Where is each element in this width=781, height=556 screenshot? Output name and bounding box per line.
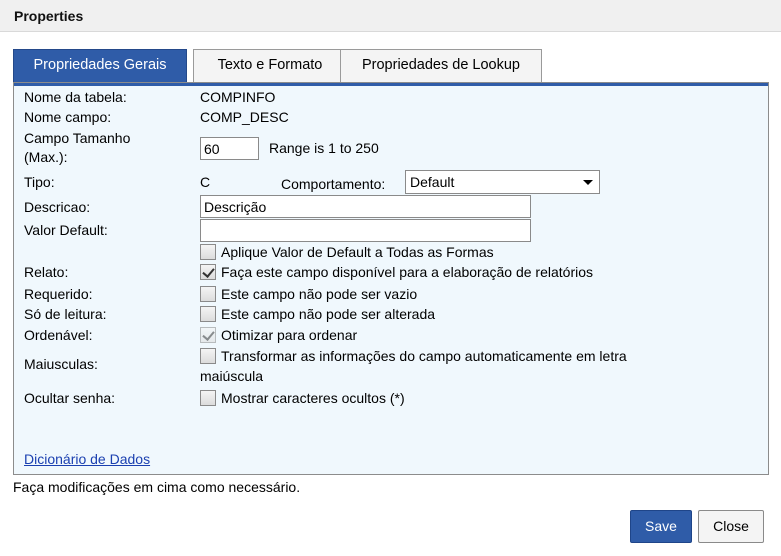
description-label: Descricao: xyxy=(24,199,91,215)
dialog-title: Properties xyxy=(14,8,84,24)
save-button[interactable]: Save xyxy=(630,510,692,543)
description-input[interactable] xyxy=(200,195,531,218)
footer-hint: Faça modificações em cima como necessári… xyxy=(13,479,301,495)
behavior-selected-value: Default xyxy=(410,174,455,190)
hide-password-checkbox[interactable] xyxy=(200,390,216,406)
behavior-select[interactable]: Default xyxy=(405,170,600,194)
sortable-checkbox[interactable] xyxy=(200,327,216,343)
size-input[interactable] xyxy=(200,137,259,160)
apply-default-checkbox[interactable] xyxy=(200,244,216,260)
sortable-text: Otimizar para ordenar xyxy=(221,327,358,343)
table-name-label: Nome da tabela: xyxy=(24,89,127,105)
tab-lookup-properties[interactable]: Propriedades de Lookup xyxy=(340,49,542,82)
required-text: Este campo não pode ser vazio xyxy=(221,286,418,302)
hide-password-label: Ocultar senha: xyxy=(24,390,116,406)
close-button[interactable]: Close xyxy=(698,510,764,543)
behavior-label: Comportamento: xyxy=(281,176,386,192)
default-value-input[interactable] xyxy=(200,219,531,242)
readonly-checkbox[interactable] xyxy=(200,306,216,322)
field-name-label: Nome campo: xyxy=(24,109,112,125)
panel-accent-line xyxy=(14,83,768,86)
report-checkbox[interactable] xyxy=(200,264,216,280)
hide-password-text: Mostrar caracteres ocultos (*) xyxy=(221,390,405,406)
size-range-text: Range is 1 to 250 xyxy=(269,140,379,156)
uppercase-checkbox[interactable] xyxy=(200,348,216,364)
data-dictionary-link[interactable]: Dicionário de Dados xyxy=(24,451,150,467)
report-text: Faça este campo disponível para a elabor… xyxy=(221,264,593,280)
field-name-value: COMP_DESC xyxy=(200,109,289,125)
chevron-down-icon xyxy=(583,180,593,185)
table-name-value: COMPINFO xyxy=(200,89,276,105)
size-label-line2: (Max.): xyxy=(24,149,68,165)
type-value: C xyxy=(200,174,211,190)
readonly-label: Só de leitura: xyxy=(24,306,107,322)
tab-general-properties[interactable]: Propriedades Gerais xyxy=(13,49,187,82)
type-label: Tipo: xyxy=(24,174,55,190)
report-label: Relato: xyxy=(24,264,69,280)
tab-text-format[interactable]: Texto e Formato xyxy=(193,49,347,82)
required-checkbox[interactable] xyxy=(200,286,216,302)
sortable-label: Ordenável: xyxy=(24,327,93,343)
uppercase-text-line1: Transformar as informações do campo auto… xyxy=(221,348,627,364)
properties-panel: Nome da tabela: COMPINFO Nome campo: COM… xyxy=(13,82,769,475)
required-label: Requerido: xyxy=(24,286,93,302)
readonly-text: Este campo não pode ser alterada xyxy=(221,306,436,322)
default-value-label: Valor Default: xyxy=(24,222,108,238)
size-label-line1: Campo Tamanho xyxy=(24,130,131,146)
uppercase-text-line2: maiúscula xyxy=(200,368,264,384)
apply-default-text: Aplique Valor de Default a Todas as Form… xyxy=(221,244,494,260)
dialog-titlebar: Properties xyxy=(0,0,781,32)
uppercase-label: Maiusculas: xyxy=(24,356,98,372)
